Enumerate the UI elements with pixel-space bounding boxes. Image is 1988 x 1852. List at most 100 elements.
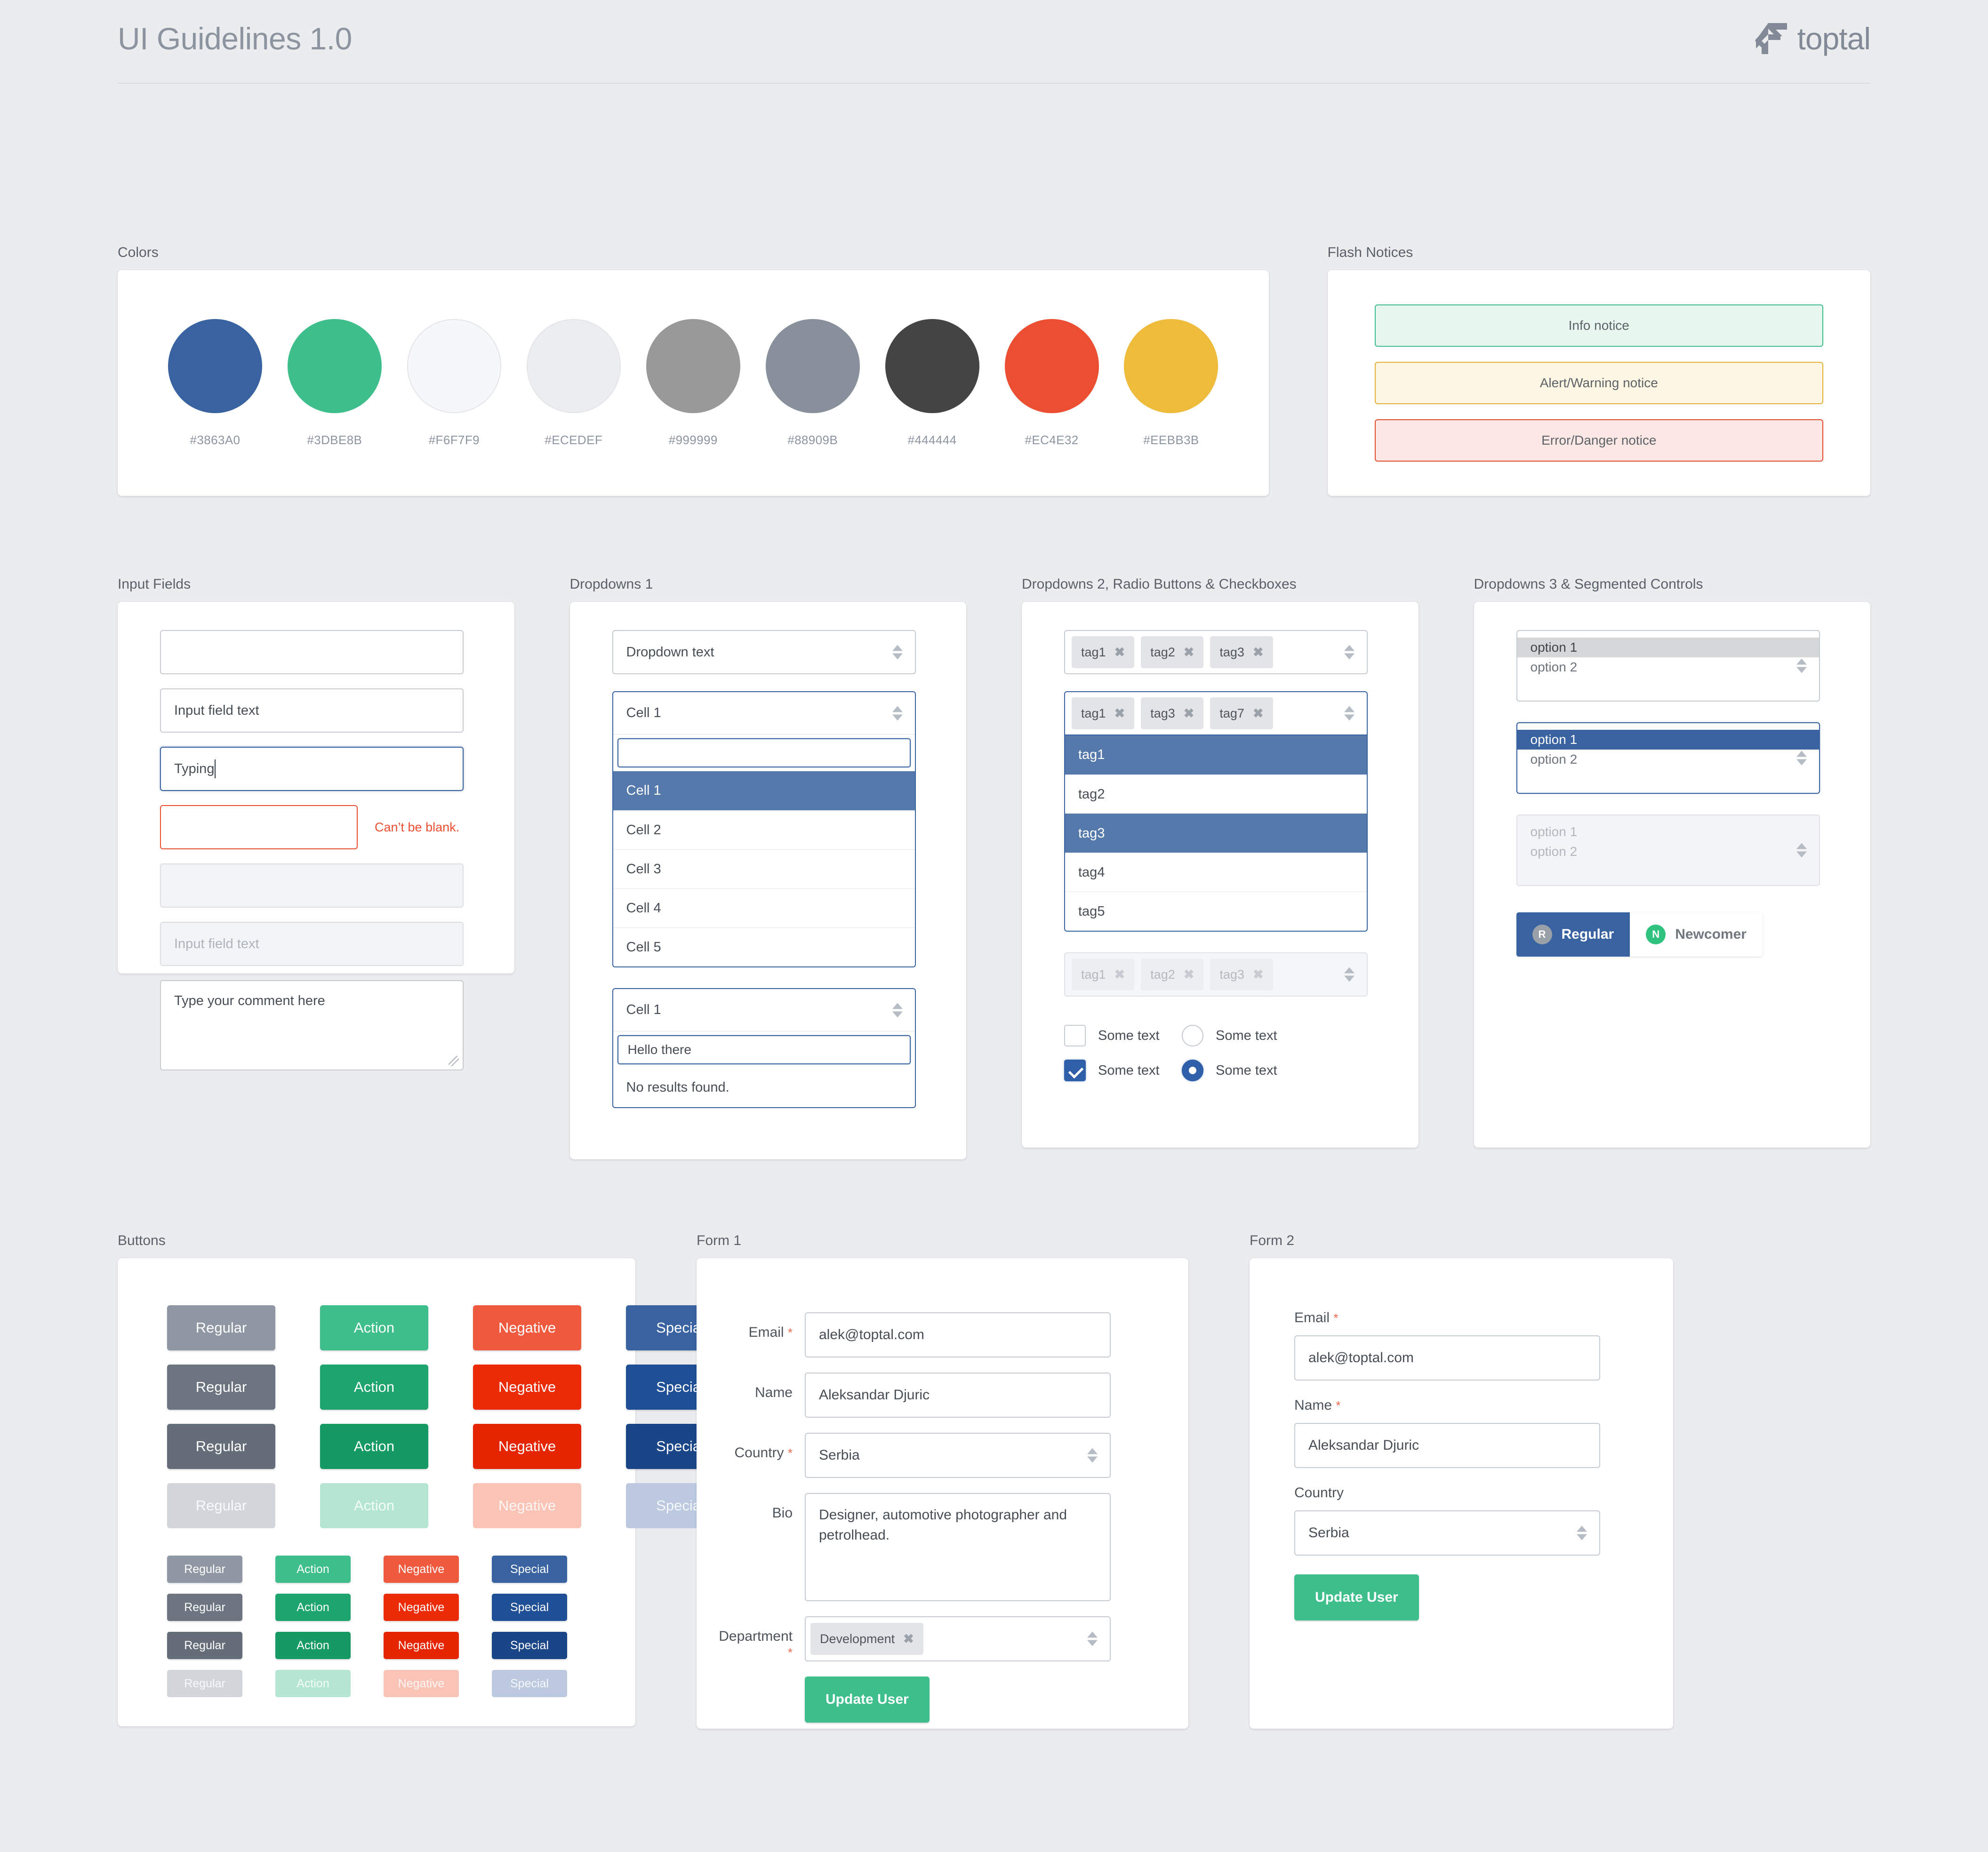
error-notice[interactable]: Error/Danger notice xyxy=(1374,419,1823,462)
button-small-action-active[interactable]: Action xyxy=(275,1632,351,1659)
tag-option[interactable]: tag3 xyxy=(1065,814,1367,853)
form1-name-input[interactable]: Aleksandar Djuric xyxy=(805,1373,1111,1418)
button-action-normal[interactable]: Action xyxy=(320,1305,428,1350)
dropdown-option[interactable]: Cell 2 xyxy=(613,810,915,849)
close-icon[interactable]: ✖ xyxy=(1184,645,1194,660)
dropdown-open-head[interactable]: Cell 1 xyxy=(613,692,915,734)
dropdown-option[interactable]: Cell 3 xyxy=(613,849,915,888)
comment-textarea[interactable]: Type your comment here xyxy=(160,980,464,1070)
radio-unselected-icon[interactable] xyxy=(1182,1025,1203,1046)
radio-selected-group[interactable]: Some text xyxy=(1182,1060,1299,1081)
radio-unselected-group[interactable]: Some text xyxy=(1182,1025,1299,1046)
colors-section: Colors #3863A0 #3DBE8B #F6F7F9 #ECEDEF #9999… xyxy=(118,245,1269,496)
dropdown-option[interactable]: Cell 5 xyxy=(613,927,915,966)
button-small-negative-active[interactable]: Negative xyxy=(384,1632,459,1659)
button-small-negative-hover[interactable]: Negative xyxy=(384,1594,459,1621)
checkbox-checked-icon[interactable] xyxy=(1064,1060,1086,1081)
warning-notice[interactable]: Alert/Warning notice xyxy=(1374,362,1823,404)
radio-unselected-label: Some text xyxy=(1216,1028,1277,1043)
listbox-focused-option-2[interactable]: option 2 xyxy=(1517,750,1819,769)
segment-regular[interactable]: R Regular xyxy=(1516,912,1630,957)
close-icon[interactable]: ✖ xyxy=(903,1632,914,1646)
tag-pill[interactable]: tag3 ✖ xyxy=(1210,636,1273,668)
button-regular-active[interactable]: Regular xyxy=(167,1424,275,1469)
dropdown-search2-input[interactable]: Hello there xyxy=(617,1035,911,1064)
form2-name-input[interactable]: Aleksandar Djuric xyxy=(1294,1423,1600,1468)
listbox-disabled: option 1 option 2 xyxy=(1516,814,1820,886)
tag-pill[interactable]: tag3 ✖ xyxy=(1141,697,1204,729)
tag-option[interactable]: tag5 xyxy=(1065,892,1367,931)
radio-selected-icon[interactable] xyxy=(1182,1060,1203,1081)
close-icon[interactable]: ✖ xyxy=(1114,706,1125,721)
form1-email-input[interactable]: alek@toptal.com xyxy=(805,1312,1111,1357)
button-negative-normal[interactable]: Negative xyxy=(473,1305,581,1350)
form1-department-select[interactable]: Development ✖ xyxy=(805,1616,1111,1661)
listbox-normal-option-1[interactable]: option 1 xyxy=(1517,638,1819,657)
button-small-regular-active[interactable]: Regular xyxy=(167,1632,242,1659)
dropdown-plain[interactable]: Dropdown text xyxy=(612,630,916,674)
tag-option[interactable]: tag2 xyxy=(1065,774,1367,814)
dropdown-open2-head[interactable]: Cell 1 xyxy=(613,989,915,1031)
checkbox-checked-group[interactable]: Some text xyxy=(1064,1060,1182,1081)
button-regular-hover[interactable]: Regular xyxy=(167,1365,275,1410)
button-negative-hover[interactable]: Negative xyxy=(473,1365,581,1410)
listbox-disabled-option-1: option 1 xyxy=(1530,824,1578,839)
button-small-regular-normal[interactable]: Regular xyxy=(167,1556,242,1583)
tag-pill[interactable]: tag1 ✖ xyxy=(1072,636,1135,668)
color-swatch-circle xyxy=(287,319,382,413)
tag-option[interactable]: tag4 xyxy=(1065,853,1367,892)
listbox-normal[interactable]: option 1 option 2 xyxy=(1516,630,1820,702)
info-notice[interactable]: Info notice xyxy=(1374,304,1823,347)
form1-update-user-button[interactable]: Update User xyxy=(805,1676,930,1723)
input-filled[interactable]: Input field text xyxy=(160,688,464,733)
checkbox-unchecked-group[interactable]: Some text xyxy=(1064,1025,1182,1046)
form2-update-user-button[interactable]: Update User xyxy=(1294,1574,1419,1620)
button-action-active[interactable]: Action xyxy=(320,1424,428,1469)
tag-pill[interactable]: tag7 ✖ xyxy=(1210,697,1273,729)
dropdown-option[interactable]: Cell 4 xyxy=(613,888,915,927)
logo-wordmark: toptal xyxy=(1797,21,1871,56)
button-negative-active[interactable]: Negative xyxy=(473,1424,581,1469)
button-small-special-active[interactable]: Special xyxy=(492,1632,567,1659)
tag-pill[interactable]: tag2 ✖ xyxy=(1141,636,1204,668)
form1-bio-textarea[interactable]: Designer, automotive photographer and pe… xyxy=(805,1493,1111,1601)
button-action-hover[interactable]: Action xyxy=(320,1365,428,1410)
color-swatch-hex: #999999 xyxy=(668,432,718,447)
dropdown-search-input[interactable] xyxy=(617,738,911,767)
listbox-normal-option-2[interactable]: option 2 xyxy=(1517,657,1819,677)
form2-label: Form 2 xyxy=(1250,1233,1295,1248)
close-icon[interactable]: ✖ xyxy=(1184,706,1194,721)
tag-select-open[interactable]: tag1 ✖ tag3 ✖ tag7 ✖ xyxy=(1064,691,1368,735)
form1-country-select[interactable]: Serbia xyxy=(805,1433,1111,1478)
button-small-negative-normal[interactable]: Negative xyxy=(384,1556,459,1583)
form2-country-select[interactable]: Serbia xyxy=(1294,1510,1600,1556)
button-small-action-hover[interactable]: Action xyxy=(275,1594,351,1621)
button-small-regular-hover[interactable]: Regular xyxy=(167,1594,242,1621)
form2-card: Email * alek@toptal.com Name * Aleksanda… xyxy=(1250,1258,1673,1729)
input-typing[interactable]: Typing xyxy=(160,747,464,791)
form2-email-input[interactable]: alek@toptal.com xyxy=(1294,1335,1600,1381)
dropdown-open-no-results[interactable]: Cell 1 Hello there No results found. xyxy=(612,988,916,1108)
close-icon[interactable]: ✖ xyxy=(1253,645,1264,660)
close-icon[interactable]: ✖ xyxy=(1114,645,1125,660)
form1-name-row: Name Aleksandar Djuric xyxy=(711,1373,1188,1418)
tag-select-normal[interactable]: tag1 ✖ tag2 ✖ tag3 ✖ xyxy=(1064,630,1368,674)
tag-option[interactable]: tag1 xyxy=(1065,735,1367,774)
listbox-focused[interactable]: option 1 option 2 xyxy=(1516,722,1820,794)
button-small-action-normal[interactable]: Action xyxy=(275,1556,351,1583)
department-tag[interactable]: Development ✖ xyxy=(810,1623,923,1655)
dropdown-option[interactable]: Cell 1 xyxy=(613,771,915,810)
button-small-special-hover[interactable]: Special xyxy=(492,1594,567,1621)
input-error[interactable] xyxy=(160,805,358,849)
tag-label: tag1 xyxy=(1081,706,1106,720)
dropdown-open-with-results[interactable]: Cell 1 Cell 1 Cell 2 Cell 3 Cell 4 Cell 5 xyxy=(612,691,916,967)
department-tag-label: Development xyxy=(820,1631,895,1646)
checkbox-unchecked-icon[interactable] xyxy=(1064,1025,1086,1046)
input-empty[interactable] xyxy=(160,630,464,674)
listbox-focused-option-1[interactable]: option 1 xyxy=(1517,730,1819,750)
tag-pill[interactable]: tag1 ✖ xyxy=(1072,697,1135,729)
close-icon[interactable]: ✖ xyxy=(1253,706,1264,721)
button-regular-normal[interactable]: Regular xyxy=(167,1305,275,1350)
segment-newcomer[interactable]: N Newcomer xyxy=(1630,912,1763,957)
button-small-special-normal[interactable]: Special xyxy=(492,1556,567,1583)
